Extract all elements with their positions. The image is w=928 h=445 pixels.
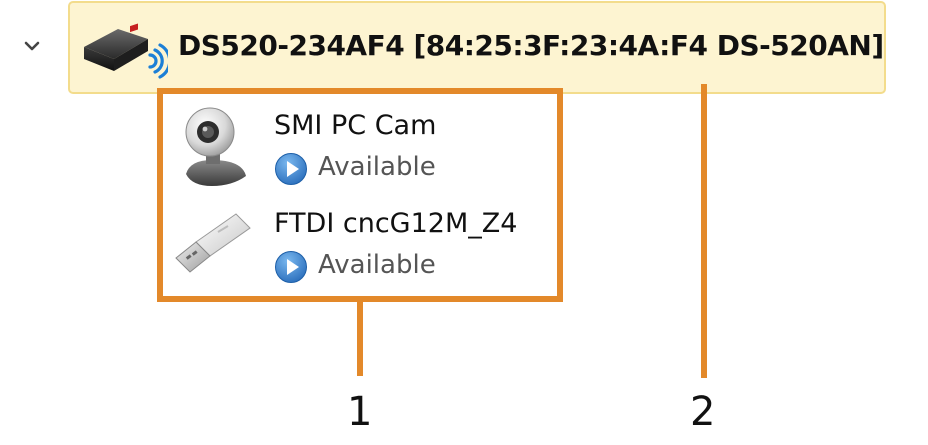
device-tree-item[interactable]: DS520-234AF4 [84:25:3F:23:4A:F4 DS-520AN… — [68, 1, 886, 94]
play-circle-icon — [275, 153, 307, 185]
usb-device-item[interactable]: SMI PC Cam Available — [172, 104, 552, 198]
callout-leader-line-2 — [701, 84, 707, 378]
play-circle-icon — [275, 251, 307, 283]
callout-number-2: 2 — [690, 389, 716, 435]
device-label: DS520-234AF4 [84:25:3F:23:4A:F4 DS-520AN… — [178, 29, 884, 62]
usb-device-item[interactable]: FTDI cncG12M_Z4 Available — [172, 202, 552, 296]
webcam-icon — [185, 107, 246, 186]
network-device-wireless-icon — [84, 23, 168, 79]
usb-device-title: SMI PC Cam — [274, 110, 437, 141]
chevron-down-icon[interactable] — [12, 30, 52, 64]
callout-leader-line-1 — [357, 302, 363, 376]
device-status-text: Available — [318, 250, 436, 280]
usb-device-title: FTDI cncG12M_Z4 — [274, 208, 518, 239]
device-status-text: Available — [318, 152, 436, 182]
callout-number-1: 1 — [347, 389, 373, 435]
usb-flash-drive-icon — [175, 213, 251, 273]
